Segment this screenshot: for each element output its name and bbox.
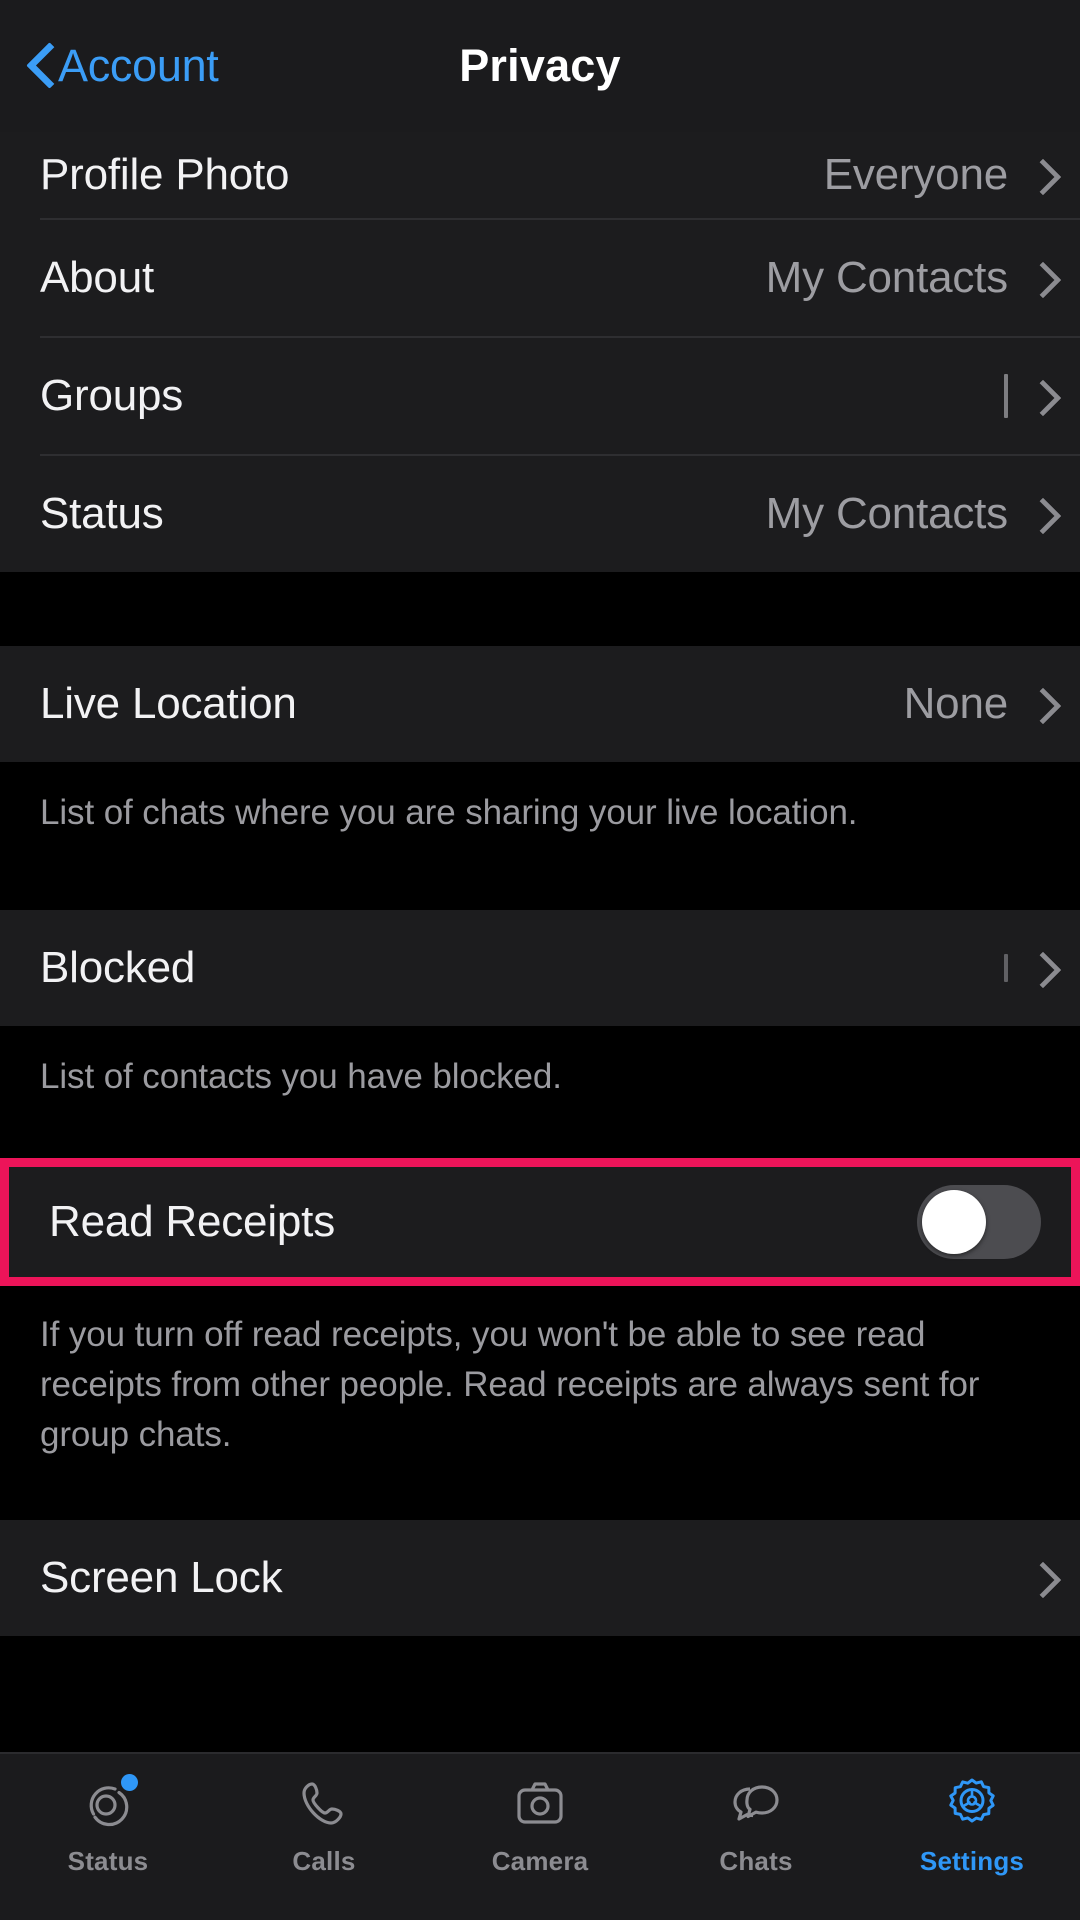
chevron-right-icon bbox=[1030, 260, 1050, 296]
chevron-right-icon bbox=[1030, 1560, 1050, 1596]
row-label: Live Location bbox=[40, 679, 297, 728]
row-groups[interactable]: Groups bbox=[0, 338, 1080, 454]
tab-label: Chats bbox=[719, 1846, 793, 1876]
chevron-right-icon bbox=[1030, 950, 1050, 986]
chevron-right-icon bbox=[1030, 157, 1050, 193]
phone-icon bbox=[292, 1772, 356, 1836]
chevron-left-icon bbox=[26, 43, 52, 89]
live-location-footer-note: List of chats where you are sharing your… bbox=[0, 762, 1080, 910]
chevron-right-icon bbox=[1030, 378, 1050, 414]
navigation-bar: Account Privacy bbox=[0, 0, 1080, 132]
privacy-settings-screen: Account Privacy Profile Photo Everyone A… bbox=[0, 0, 1080, 1920]
read-receipts-section: Read Receipts bbox=[9, 1167, 1071, 1277]
tab-calls[interactable]: Calls bbox=[216, 1772, 432, 1877]
live-location-section: Live Location None bbox=[0, 646, 1080, 762]
chat-bubbles-icon bbox=[724, 1772, 788, 1836]
chevron-right-icon bbox=[1030, 686, 1050, 722]
read-receipts-footer-note: If you turn off read receipts, you won't… bbox=[0, 1286, 1080, 1520]
row-blocked[interactable]: Blocked bbox=[0, 910, 1080, 1026]
row-label: Profile Photo bbox=[40, 150, 290, 199]
blocked-section: Blocked bbox=[0, 910, 1080, 1026]
tab-label: Calls bbox=[292, 1846, 356, 1876]
row-label: Screen Lock bbox=[40, 1553, 283, 1602]
row-label: Groups bbox=[40, 371, 184, 420]
redacted-value-marker bbox=[1004, 954, 1008, 982]
row-read-receipts[interactable]: Read Receipts bbox=[9, 1167, 1071, 1277]
camera-icon bbox=[508, 1772, 572, 1836]
bottom-tab-bar: Status Calls Camera Chats Settings bbox=[0, 1752, 1080, 1920]
tab-label: Settings bbox=[919, 1846, 1025, 1876]
toggle-knob bbox=[922, 1190, 986, 1254]
tab-status[interactable]: Status bbox=[0, 1772, 216, 1877]
row-label: Blocked bbox=[40, 943, 196, 992]
tab-settings[interactable]: Settings bbox=[864, 1772, 1080, 1877]
row-value: Everyone bbox=[823, 150, 1008, 199]
chevron-right-icon bbox=[1030, 496, 1050, 532]
read-receipts-highlight-annotation: Read Receipts bbox=[0, 1158, 1080, 1286]
row-status[interactable]: Status My Contacts bbox=[0, 456, 1080, 572]
row-label: Read Receipts bbox=[49, 1197, 335, 1246]
tab-label: Camera bbox=[491, 1846, 589, 1876]
status-badge-dot bbox=[121, 1774, 138, 1791]
row-value: My Contacts bbox=[765, 489, 1009, 538]
back-button-label: Account bbox=[58, 40, 219, 91]
read-receipts-toggle[interactable] bbox=[917, 1185, 1041, 1259]
back-button[interactable]: Account bbox=[26, 40, 219, 92]
row-label: Status bbox=[40, 489, 164, 538]
tab-camera[interactable]: Camera bbox=[432, 1772, 648, 1877]
blocked-footer-note: List of contacts you have blocked. bbox=[0, 1026, 1080, 1158]
row-live-location[interactable]: Live Location None bbox=[0, 646, 1080, 762]
row-label: About bbox=[40, 253, 154, 302]
status-rings-icon bbox=[76, 1772, 140, 1836]
row-about[interactable]: About My Contacts bbox=[0, 220, 1080, 336]
row-screen-lock[interactable]: Screen Lock bbox=[0, 1520, 1080, 1636]
section-gap bbox=[0, 572, 1080, 646]
row-profile-photo[interactable]: Profile Photo Everyone bbox=[0, 132, 1080, 218]
visibility-section: Profile Photo Everyone About My Contacts… bbox=[0, 132, 1080, 572]
tab-chats[interactable]: Chats bbox=[648, 1772, 864, 1877]
row-value: My Contacts bbox=[765, 253, 1009, 302]
gear-icon bbox=[940, 1772, 1004, 1836]
tab-label: Status bbox=[67, 1846, 149, 1876]
redacted-value-marker bbox=[1004, 374, 1008, 418]
settings-scroll-area[interactable]: Profile Photo Everyone About My Contacts… bbox=[0, 132, 1080, 1752]
row-value: None bbox=[903, 679, 1009, 728]
screen-lock-section: Screen Lock bbox=[0, 1520, 1080, 1636]
